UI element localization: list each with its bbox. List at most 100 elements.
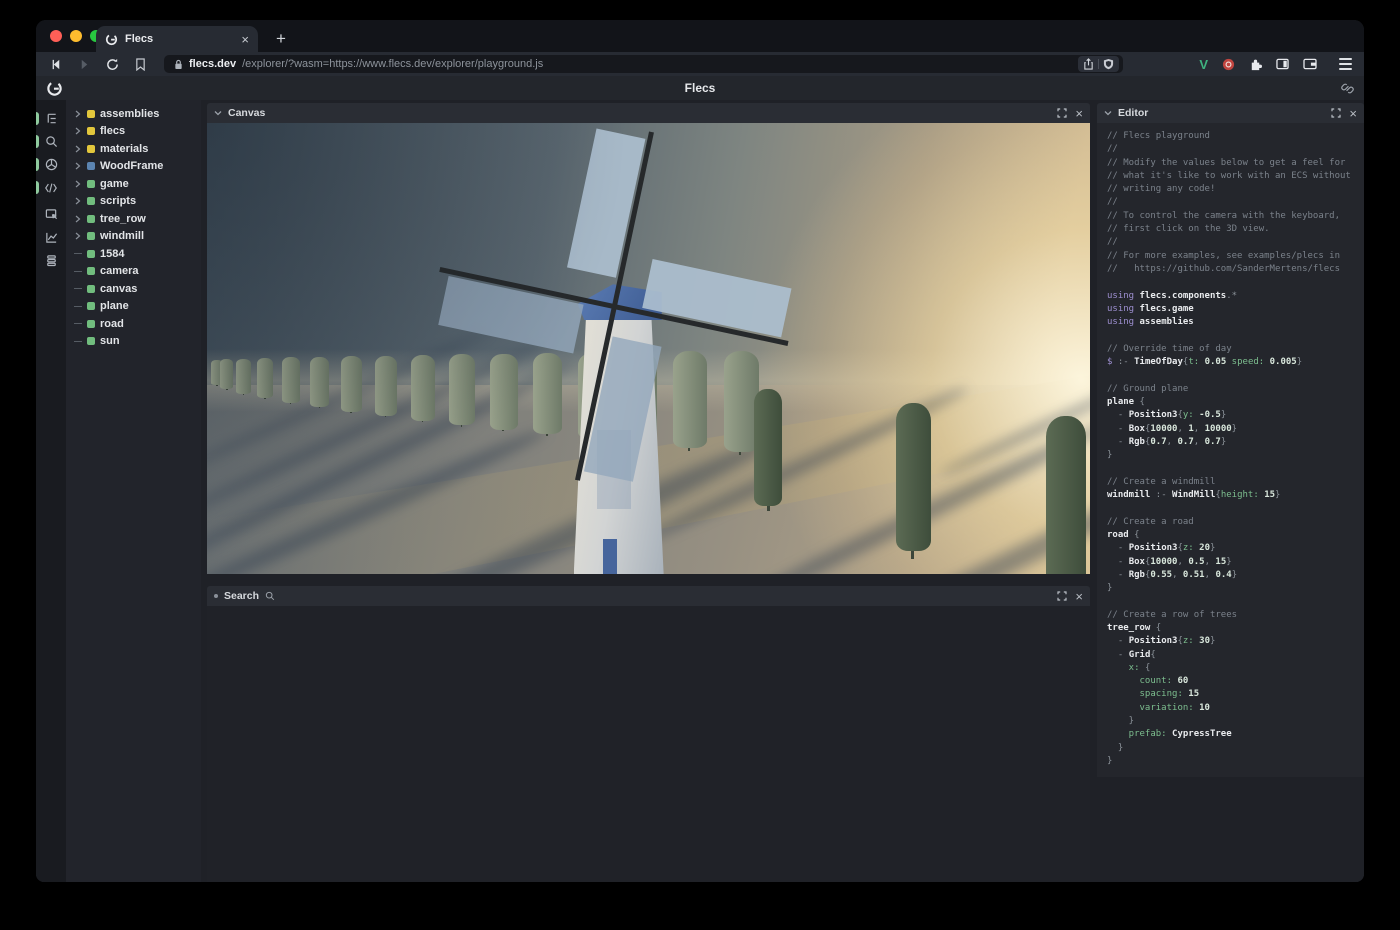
stats-chart-icon[interactable] [36,226,66,249]
code-line[interactable]: // For more examples, see examples/plecs… [1107,250,1364,263]
code-line[interactable]: // what it's like to work with an ECS wi… [1107,170,1364,183]
code-line[interactable]: // https://github.com/SanderMertens/flec… [1107,263,1364,276]
reload-icon[interactable] [104,56,120,72]
expander-chevron-icon[interactable] [74,127,82,135]
code-line[interactable]: variation: 10 [1107,702,1364,715]
tree-item[interactable]: sun [66,333,201,351]
chevron-down-icon[interactable] [214,109,222,117]
search-icon[interactable] [36,130,66,153]
code-icon[interactable] [36,176,66,199]
code-line[interactable]: road { [1107,529,1364,542]
fullscreen-icon[interactable] [1055,591,1069,601]
canvas-3d-view[interactable] [207,123,1090,574]
tree-item[interactable]: assemblies [66,105,201,123]
expander-chevron-icon[interactable] [74,110,82,118]
code-line[interactable]: - Box{10000, 0.5, 15} [1107,556,1364,569]
code-line[interactable]: using flecs.game [1107,303,1364,316]
expander-chevron-icon[interactable] [74,232,82,240]
chevron-down-icon[interactable] [1104,109,1112,117]
tree-item[interactable]: windmill [66,228,201,246]
code-line[interactable]: } [1107,742,1364,755]
expander-chevron-icon[interactable] [74,145,82,153]
wallet-icon[interactable] [1303,58,1317,70]
code-line[interactable]: // Create a road [1107,516,1364,529]
code-line[interactable]: // Create a row of trees [1107,609,1364,622]
tree-item[interactable]: 1584 [66,245,201,263]
tree-item[interactable]: camera [66,263,201,281]
forward-icon[interactable] [76,56,92,72]
code-line[interactable]: - Position3{z: 20} [1107,542,1364,555]
expander-chevron-icon[interactable] [74,197,82,205]
back-icon[interactable] [48,56,64,72]
sidebar-icon[interactable] [1276,58,1289,70]
fullscreen-icon[interactable] [1055,108,1069,118]
url-bar[interactable]: flecs.dev /explorer/?wasm=https://www.fl… [164,55,1123,73]
code-line[interactable] [1107,502,1364,515]
code-line[interactable]: // Flecs playground [1107,130,1364,143]
close-icon[interactable]: × [1075,590,1083,603]
code-line[interactable]: - Grid{ [1107,649,1364,662]
tree-item[interactable]: flecs [66,123,201,141]
link-icon[interactable] [1341,82,1354,95]
tab-close-icon[interactable]: × [241,33,249,46]
code-line[interactable]: - Rgb{0.7, 0.7, 0.7} [1107,436,1364,449]
fullscreen-icon[interactable] [1329,108,1343,118]
code-line[interactable]: using flecs.components.* [1107,290,1364,303]
code-line[interactable]: // [1107,196,1364,209]
minimize-window-button[interactable] [70,30,82,42]
code-line[interactable]: tree_row { [1107,622,1364,635]
code-line[interactable] [1107,329,1364,342]
expander-chevron-icon[interactable] [74,180,82,188]
code-line[interactable]: - Position3{y: -0.5} [1107,409,1364,422]
tree-item[interactable]: game [66,175,201,193]
code-line[interactable]: // Create a windmill [1107,476,1364,489]
code-line[interactable]: spacing: 15 [1107,688,1364,701]
code-line[interactable] [1107,462,1364,475]
expander-chevron-icon[interactable] [74,215,82,223]
code-editor[interactable]: // Flecs playground//// Modify the value… [1097,123,1364,777]
code-line[interactable]: $ :- TimeOfDay{t: 0.05 speed: 0.005} [1107,356,1364,369]
commands-stack-icon[interactable] [36,249,66,272]
code-line[interactable] [1107,276,1364,289]
extension-red-icon[interactable] [1222,58,1235,71]
close-icon[interactable]: × [1349,107,1357,120]
tree-view-icon[interactable] [36,107,66,130]
tree-item[interactable]: scripts [66,193,201,211]
code-line[interactable]: plane { [1107,396,1364,409]
tab-flecs[interactable]: Flecs × [96,26,258,52]
code-line[interactable]: - Box{10000, 1, 10000} [1107,423,1364,436]
menu-icon[interactable] [1339,58,1352,70]
new-tab-button[interactable]: + [268,26,294,52]
code-line[interactable]: prefab: CypressTree [1107,728,1364,741]
close-window-button[interactable] [50,30,62,42]
code-line[interactable]: } [1107,715,1364,728]
code-line[interactable]: } [1107,449,1364,462]
code-line[interactable]: // writing any code! [1107,183,1364,196]
tree-item[interactable]: canvas [66,280,201,298]
code-line[interactable]: // [1107,236,1364,249]
vue-devtools-icon[interactable]: V [1199,57,1208,72]
share-icon[interactable] [1083,58,1094,70]
tree-item[interactable]: road [66,315,201,333]
code-line[interactable]: using assemblies [1107,316,1364,329]
world-icon[interactable] [36,153,66,176]
code-line[interactable]: // Ground plane [1107,383,1364,396]
code-line[interactable] [1107,595,1364,608]
collapsed-marker-icon[interactable] [214,594,218,598]
shield-icon[interactable] [1103,58,1114,70]
tree-item[interactable]: materials [66,140,201,158]
code-line[interactable]: - Position3{z: 30} [1107,635,1364,648]
code-line[interactable]: // Override time of day [1107,343,1364,356]
code-line[interactable]: count: 60 [1107,675,1364,688]
tree-item[interactable]: plane [66,298,201,316]
close-icon[interactable]: × [1075,107,1083,120]
tree-item[interactable]: WoodFrame [66,158,201,176]
code-line[interactable]: // first click on the 3D view. [1107,223,1364,236]
code-line[interactable]: windmill :- WindMill{height: 15} [1107,489,1364,502]
code-line[interactable]: x: { [1107,662,1364,675]
expander-chevron-icon[interactable] [74,162,82,170]
tree-item[interactable]: tree_row [66,210,201,228]
code-line[interactable]: // [1107,143,1364,156]
code-line[interactable]: // Modify the values below to get a feel… [1107,157,1364,170]
code-line[interactable]: // To control the camera with the keyboa… [1107,210,1364,223]
